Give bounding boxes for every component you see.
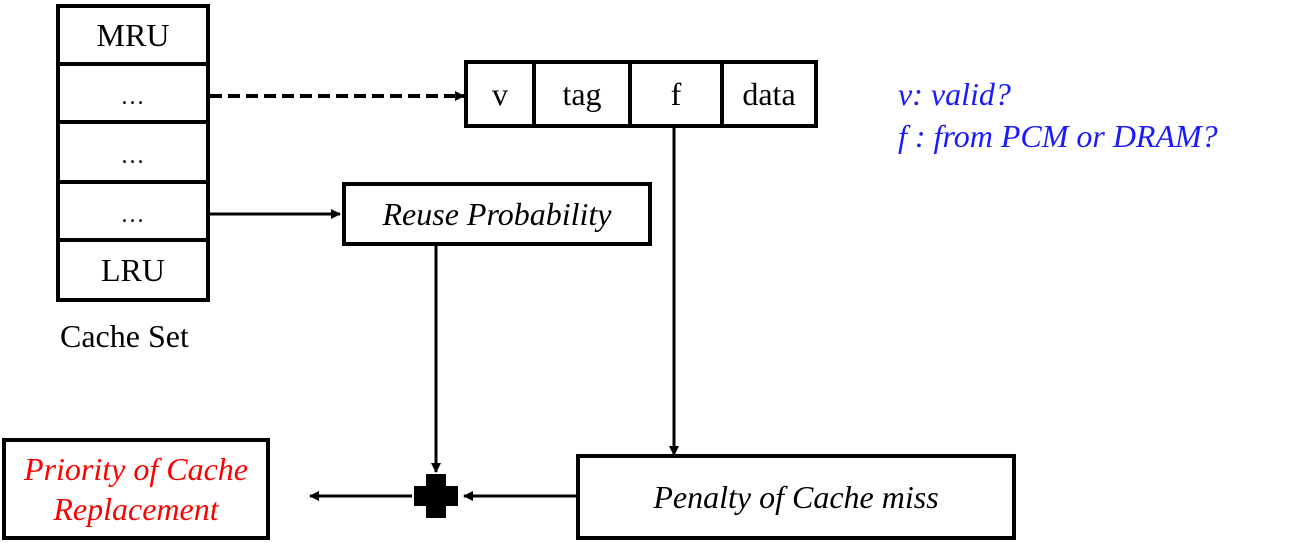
priority-label-line1: Priority of Cache [24,451,248,487]
cache-set-row-lru: LRU [56,238,210,302]
field-label: data [742,75,796,112]
cache-set-caption: Cache Set [60,318,189,354]
legend-valid: v: valid? [898,76,1011,112]
field-data: data [720,60,818,128]
cache-set-row-mru: MRU [56,4,210,66]
field-label: v [492,75,508,112]
cache-set-row-label: LRU [101,251,165,288]
penalty-label: Penalty of Cache miss [653,478,939,515]
field-label: tag [562,75,602,112]
cache-set-row: … [56,62,210,124]
reuse-probability-label: Reuse Probability [382,195,612,232]
reuse-probability-box: Reuse Probability [342,182,652,246]
cache-set-row: … [56,120,210,184]
cache-set-row-label: … [120,142,146,169]
plus-icon [414,474,458,518]
cache-set-row-label: … [120,201,146,228]
cache-set-row: … [56,180,210,242]
field-label: f [670,75,682,112]
cache-set-row-label: MRU [96,16,170,53]
penalty-box: Penalty of Cache miss [576,454,1016,540]
legend-flag: f : from PCM or DRAM? [898,118,1218,154]
field-tag: tag [532,60,632,128]
field-flag: f [628,60,724,128]
priority-label-line2: Replacement [53,491,219,527]
cache-set-row-label: … [120,83,146,110]
field-valid: v [464,60,536,128]
priority-box: Priority of Cache Replacement [2,438,270,540]
